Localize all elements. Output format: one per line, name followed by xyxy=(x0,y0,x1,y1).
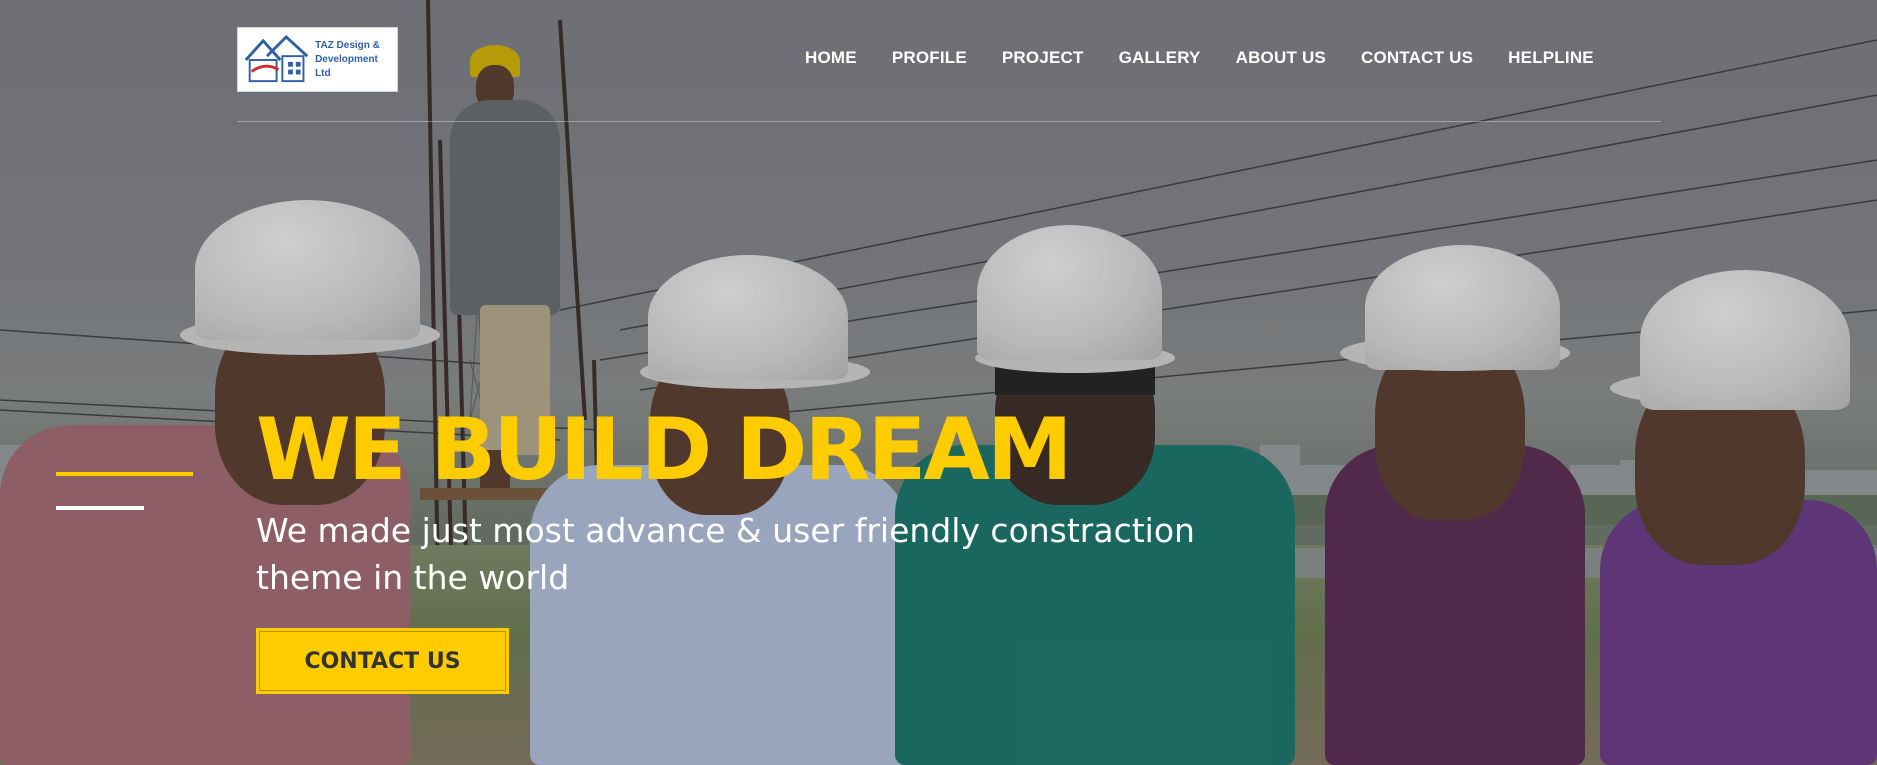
accent-line-yellow xyxy=(56,472,193,476)
logo-line-2: Development Ltd xyxy=(315,53,378,79)
contact-us-button[interactable]: CONTACT US xyxy=(256,628,509,694)
house-logo-icon xyxy=(244,34,309,82)
accent-line-white xyxy=(56,506,144,510)
nav-about-us[interactable]: ABOUT US xyxy=(1236,48,1326,68)
contact-us-button-label: CONTACT US xyxy=(304,648,461,674)
main-nav: HOME PROFILE PROJECT GALLERY ABOUT US CO… xyxy=(805,48,1594,68)
nav-contact-us[interactable]: CONTACT US xyxy=(1361,48,1473,68)
logo-text: TAZ Design & Development Ltd xyxy=(315,39,393,81)
nav-helpline[interactable]: HELPLINE xyxy=(1508,48,1594,68)
hero-section: TAZ Design & Development Ltd HOME PROFIL… xyxy=(0,0,1877,765)
nav-gallery[interactable]: GALLERY xyxy=(1119,48,1201,68)
nav-home[interactable]: HOME xyxy=(805,48,857,68)
company-logo[interactable]: TAZ Design & Development Ltd xyxy=(237,27,398,92)
header-divider xyxy=(237,121,1661,122)
hero-title: WE BUILD DREAM xyxy=(256,400,1073,500)
hero-subtitle: We made just most advance & user friendl… xyxy=(256,511,1195,597)
nav-profile[interactable]: PROFILE xyxy=(892,48,967,68)
nav-project[interactable]: PROJECT xyxy=(1002,48,1084,68)
logo-line-1: TAZ Design & xyxy=(315,39,380,51)
